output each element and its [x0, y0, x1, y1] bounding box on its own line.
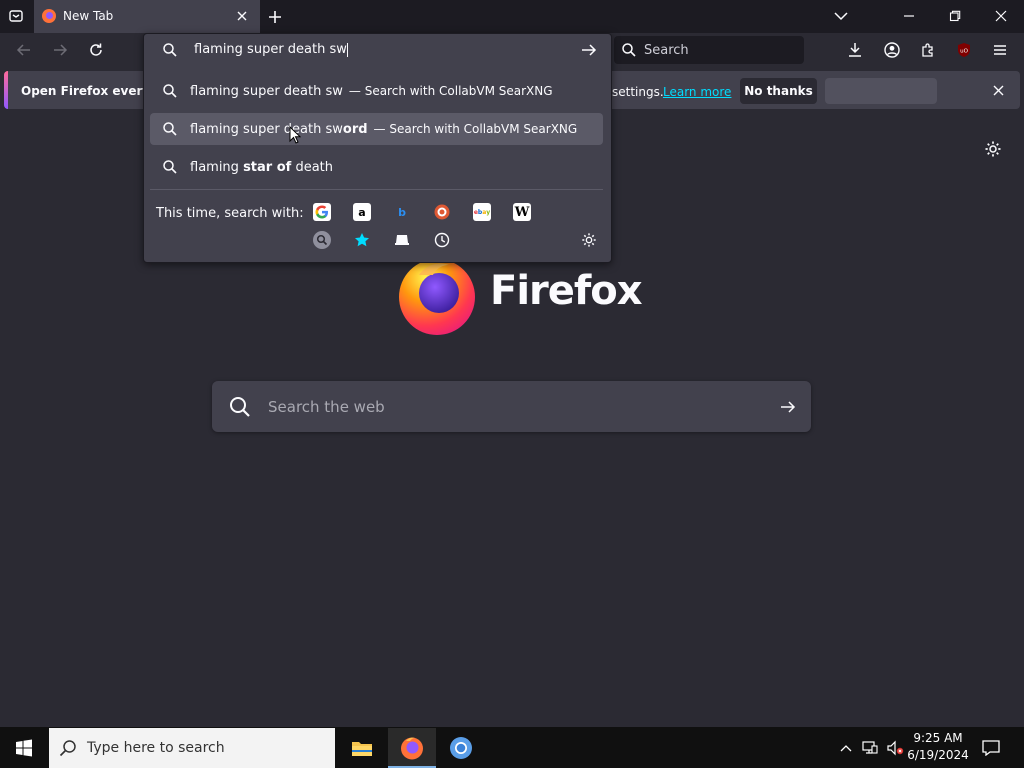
- tabs-icon[interactable]: [393, 231, 411, 249]
- urlbar-go-arrow-icon[interactable]: [580, 41, 598, 59]
- show-hidden-icons-chevron-icon[interactable]: [838, 739, 854, 757]
- suggestion-search-icon: [150, 160, 190, 174]
- wikipedia-engine-icon[interactable]: W: [513, 203, 531, 221]
- file-explorer-icon[interactable]: [342, 728, 382, 768]
- account-icon[interactable]: [882, 40, 902, 60]
- suggestion-text-rest: death: [291, 159, 333, 175]
- bing-engine-icon[interactable]: b: [393, 203, 411, 221]
- network-icon[interactable]: [861, 739, 879, 757]
- suggestion-text-bold: ord: [342, 121, 368, 137]
- firefox-taskbar-icon: [388, 728, 436, 768]
- suggestion-item-selected[interactable]: flaming super death sw ord — Search with …: [150, 113, 603, 145]
- suggestion-engine-label: — Search with CollabVM SearXNG: [348, 84, 553, 98]
- volume-muted-icon[interactable]: [885, 739, 905, 757]
- learn-more-link[interactable]: Learn more: [663, 85, 731, 99]
- taskbar-search-icon: [49, 739, 87, 757]
- notification-text-right: settings.: [612, 85, 664, 99]
- suggestion-engine-label: — Search with CollabVM SearXNG: [373, 122, 578, 136]
- close-window-icon[interactable]: [990, 6, 1012, 26]
- suggestion-text: flaming: [190, 159, 244, 175]
- urlbar-value: flaming super death sw: [194, 42, 347, 57]
- history-clock-icon[interactable]: [433, 231, 451, 249]
- notification-accent: [4, 71, 8, 109]
- taskbar-search-placeholder: Type here to search: [87, 740, 225, 756]
- suggestion-text-bold: star of: [243, 159, 292, 175]
- taskbar-search-box[interactable]: Type here to search: [49, 728, 335, 768]
- back-arrow-icon[interactable]: [14, 40, 34, 60]
- urlbar-dropdown: [143, 33, 612, 263]
- windows-start-icon[interactable]: [0, 728, 48, 768]
- close-notification-icon[interactable]: [990, 82, 1006, 98]
- urlbar-input[interactable]: flaming super death sw: [194, 42, 348, 57]
- list-all-tabs-icon[interactable]: [6, 6, 26, 26]
- suggestion-text: flaming super death sw: [190, 83, 343, 99]
- web-search-box[interactable]: Search the web: [212, 381, 811, 432]
- google-engine-icon[interactable]: [313, 203, 331, 221]
- downloads-icon[interactable]: [845, 40, 865, 60]
- notification-primary-button[interactable]: [825, 78, 937, 104]
- svg-text:uO: uO: [960, 49, 968, 55]
- menu-hamburger-icon[interactable]: [990, 40, 1010, 60]
- reload-icon[interactable]: [86, 40, 106, 60]
- minimize-window-icon[interactable]: [898, 6, 920, 26]
- suggestion-search-icon: [150, 84, 190, 98]
- tab-title: New Tab: [63, 9, 114, 23]
- new-tab-button[interactable]: [265, 7, 285, 27]
- clock-date: 6/19/2024: [907, 748, 969, 762]
- ublock-origin-icon[interactable]: uO: [954, 40, 974, 60]
- taskbar-clock[interactable]: 9:25 AM 6/19/2024: [906, 731, 970, 762]
- chromium-taskbar-icon[interactable]: [440, 728, 482, 768]
- no-thanks-button[interactable]: No thanks: [740, 78, 817, 104]
- clock-time: 9:25 AM: [913, 731, 963, 745]
- web-search-icon: [212, 396, 268, 418]
- web-search-go-arrow-icon[interactable]: [765, 400, 811, 414]
- suggestion-search-icon: [150, 122, 190, 136]
- one-off-label: This time, search with:: [156, 206, 304, 221]
- web-search-placeholder: Search the web: [268, 397, 385, 416]
- urlbar-search-icon: [160, 40, 180, 60]
- ebay-engine-icon[interactable]: ebay: [473, 203, 491, 221]
- searxng-engine-icon[interactable]: [313, 231, 331, 249]
- suggestion-item[interactable]: flaming super death sw — Search with Col…: [150, 75, 603, 107]
- firefox-tab-icon: [40, 7, 58, 25]
- search-icon: [614, 43, 644, 57]
- bookmarks-star-icon[interactable]: [353, 231, 371, 249]
- restore-window-icon[interactable]: [944, 6, 966, 26]
- search-bar[interactable]: Search: [614, 36, 804, 64]
- mouse-pointer-icon: [289, 125, 302, 144]
- close-tab-icon[interactable]: [233, 7, 251, 25]
- suggestion-text: flaming super death sw: [190, 121, 343, 137]
- extensions-puzzle-icon[interactable]: [918, 40, 938, 60]
- amazon-engine-icon[interactable]: a: [353, 203, 371, 221]
- notification-center-icon[interactable]: [980, 737, 1002, 759]
- text-cursor: [346, 42, 348, 57]
- search-placeholder: Search: [644, 42, 689, 58]
- tab-overflow-chevron-icon[interactable]: [830, 6, 852, 26]
- gear-icon[interactable]: [982, 138, 1004, 160]
- duckduckgo-engine-icon[interactable]: [433, 203, 451, 221]
- firefox-logo-icon: [397, 255, 477, 335]
- dropdown-divider: [150, 189, 603, 190]
- forward-arrow-icon[interactable]: [50, 40, 70, 60]
- search-settings-gear-icon[interactable]: [580, 231, 598, 249]
- firefox-wordmark: Firefox: [490, 268, 643, 314]
- suggestion-item[interactable]: flaming star of death: [150, 151, 603, 183]
